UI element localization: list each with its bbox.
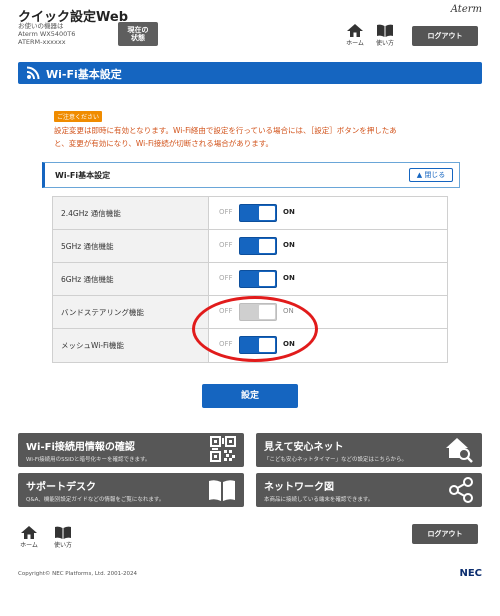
section-header: Wi-Fi基本設定 ▲ 閉じる (42, 162, 460, 188)
nec-logo: NEC (459, 568, 482, 579)
home-link[interactable]: ホーム (344, 24, 366, 47)
setting-value: OFF ON (209, 197, 447, 229)
setting-value: OFF ON (209, 230, 447, 262)
tile-title: Wi-Fi接続用情報の確認 (26, 442, 135, 453)
book-icon (377, 24, 393, 37)
aterm-logo: Aterm (450, 4, 482, 15)
page-title: Wi-Fi基本設定 (46, 68, 122, 81)
book-icon (55, 526, 71, 539)
on-label: ON (283, 208, 295, 216)
current-status-button[interactable]: 現在の 状態 (118, 22, 158, 46)
setting-row-5ghz: 5GHz 通信機能 OFF ON (53, 230, 447, 263)
logout-button[interactable]: ログアウト (412, 26, 478, 46)
tile-description: 「こども安心ネットタイマー」などの設定はこちらから。 (264, 457, 408, 463)
current-status-label-1: 現在の (127, 26, 149, 34)
setting-label: 6GHz 通信機能 (53, 263, 209, 295)
tile-description: Q&A、機能別設定ガイドなどの情報をご覧になれます。 (26, 497, 165, 503)
collapse-button[interactable]: ▲ 閉じる (409, 168, 453, 182)
setting-label: バンドステアリング機能 (53, 296, 209, 328)
tile-network-map[interactable]: ネットワーク図 本商品に接続している端末を確認できます。 (256, 473, 482, 507)
setting-value: OFF ON (209, 263, 447, 295)
setting-label: メッシュWi-Fi機能 (53, 329, 209, 362)
toggle-knob (259, 206, 275, 220)
tile-wifi-info[interactable]: Wi-Fi接続用情報の確認 Wi-Fi接続用のSSIDと暗号化キーを確認できます… (18, 433, 244, 467)
current-status-label-2: 状態 (131, 34, 145, 42)
device-info-model: Aterm WX5400T6 (18, 30, 76, 38)
footer-logout-button[interactable]: ログアウト (412, 524, 478, 544)
book-icon (209, 480, 235, 501)
off-label: OFF (219, 241, 233, 249)
off-label: OFF (219, 274, 233, 282)
home-icon (21, 526, 37, 539)
page-banner: Wi-Fi基本設定 (18, 62, 482, 84)
tile-title: サポートデスク (26, 482, 96, 493)
toggle-5ghz[interactable] (239, 237, 277, 255)
toggle-knob (259, 239, 275, 253)
section-title: Wi-Fi基本設定 (55, 171, 111, 180)
save-button[interactable]: 設定 (202, 384, 298, 408)
notice-text-line2: と、変更が有効になり、Wi-Fi接続が切断される場合があります。 (54, 139, 274, 148)
qr-code-icon (210, 436, 236, 462)
notice-text: 設定変更は即時に有効となります。Wi-Fi経由で設定を行っている場合には、［設定… (50, 124, 450, 150)
device-info-line1: お使いの機器は (18, 22, 64, 30)
caution-badge: ご注意ください (54, 111, 103, 122)
home-label: ホーム (346, 40, 364, 47)
footer-home-link[interactable]: ホーム (18, 526, 40, 549)
wifi-icon (26, 66, 40, 80)
off-label: OFF (219, 208, 233, 216)
tile-title: 見えて安心ネット (264, 442, 344, 453)
tile-description: 本商品に接続している端末を確認できます。 (264, 497, 374, 503)
page-header: クイック設定Web お使いの機器は Aterm WX5400T6 ATERM-x… (0, 0, 500, 52)
house-search-icon (446, 438, 473, 463)
toggle-knob (259, 272, 275, 286)
copyright: Copyright© NEC Platforms, Ltd. 2001-2024 (18, 571, 138, 577)
setting-label: 5GHz 通信機能 (53, 230, 209, 262)
setting-row-24ghz: 2.4GHz 通信機能 OFF ON (53, 197, 447, 230)
tile-support-desk[interactable]: サポートデスク Q&A、機能別設定ガイドなどの情報をご覧になれます。 (18, 473, 244, 507)
footer-home-label: ホーム (20, 542, 38, 549)
chevron-up-icon: ▲ (416, 171, 423, 179)
footer-manual-label: 使い方 (53, 542, 72, 549)
manual-link[interactable]: 使い方 (374, 24, 396, 47)
manual-label: 使い方 (375, 40, 394, 47)
toggle-6ghz[interactable] (239, 270, 277, 288)
on-label: ON (283, 274, 295, 282)
annotation-circle (192, 296, 318, 362)
device-info-id: ATERM-xxxxxx (18, 38, 66, 46)
network-icon (449, 477, 473, 503)
setting-row-6ghz: 6GHz 通信機能 OFF ON (53, 263, 447, 296)
tile-parental-control[interactable]: 見えて安心ネット 「こども安心ネットタイマー」などの設定はこちらから。 (256, 433, 482, 467)
setting-label: 2.4GHz 通信機能 (53, 197, 209, 229)
footer-manual-link[interactable]: 使い方 (52, 526, 74, 549)
device-info: お使いの機器は Aterm WX5400T6 ATERM-xxxxxx (18, 22, 75, 46)
notice-box: ご注意ください 設定変更は即時に有効となります。Wi-Fi経由で設定を行っている… (50, 104, 450, 150)
notice-text-line1: 設定変更は即時に有効となります。Wi-Fi経由で設定を行っている場合には、［設定… (54, 126, 397, 135)
collapse-label: 閉じる (424, 171, 446, 179)
toggle-24ghz[interactable] (239, 204, 277, 222)
home-icon (347, 24, 363, 37)
tile-description: Wi-Fi接続用のSSIDと暗号化キーを確認できます。 (26, 457, 151, 463)
on-label: ON (283, 241, 295, 249)
tile-title: ネットワーク図 (264, 482, 334, 493)
